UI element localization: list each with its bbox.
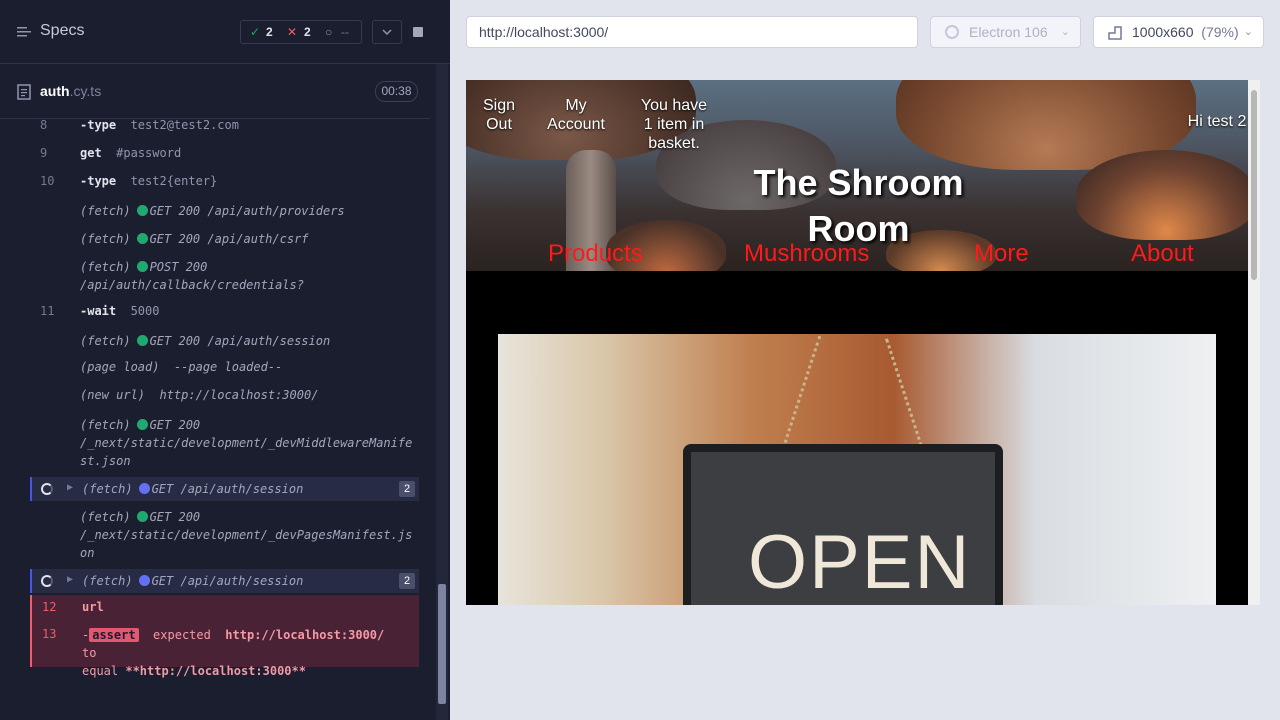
failed-count: 2 [304,25,311,39]
stop-icon [413,27,423,37]
browser-label: Electron 106 [969,24,1048,40]
new-url-row[interactable]: (new url) http://localhost:3000/ [30,386,419,406]
specs-title[interactable]: Specs [40,22,84,40]
failed-assert-row[interactable]: 13 - assert expected http://localhost:300… [30,621,419,678]
passed-check-icon: ✓ [250,25,261,39]
pending-fetch-row[interactable]: ▶ (fetch) GET /api/auth/session 2 [30,569,419,593]
fetch-log-row[interactable]: (fetch) POST 200/api/auth/callback/creden… [30,258,419,296]
status-dot-icon [136,205,148,216]
fetch-log-row[interactable]: (fetch) GET 200 /api/auth/session [30,332,419,352]
scrollbar-thumb[interactable] [1251,90,1257,280]
pending-fetch-row[interactable]: ▶ (fetch) GET /api/auth/session 2 [30,477,419,501]
specs-header: Specs ✓ 2 ✕ 2 ○ -- [0,0,450,64]
fetch-log-row[interactable]: (fetch) GET 200/_next/static/development/… [30,508,419,564]
status-dot-icon [136,233,148,244]
hero-banner: Sign Out My Account You have 1 item in baske… [466,80,1248,271]
sign-out-link[interactable]: Sign Out [480,96,518,134]
status-dot-icon [136,511,148,522]
stop-button[interactable] [404,20,432,44]
my-account-link[interactable]: My Account [544,96,608,134]
command-row[interactable]: 10 -type test2{enter} [30,172,419,192]
command-row[interactable]: 8 -type test2@test2.com [30,116,419,136]
pending-spinner-icon: ○ [325,25,333,39]
spec-file-name: auth.cy.ts [40,83,102,99]
site-title: The Shroom Room [753,162,964,249]
reporter-scrollbar[interactable] [436,64,448,720]
nav-about[interactable]: About [1131,240,1194,268]
fetch-log-row[interactable]: (fetch) GET 200 /api/auth/providers [30,202,419,222]
nav-products[interactable]: Products [548,240,643,268]
url-bar[interactable]: http://localhost:3000/ [466,16,918,48]
assert-badge: assert [89,628,139,642]
fetch-log-row[interactable]: (fetch) GET 200/_next/static/development/… [30,416,419,472]
command-row[interactable]: 11 -wait 5000 [30,302,419,322]
document-icon [17,84,31,100]
chevron-down-icon [382,29,392,36]
passed-count: 2 [266,25,273,39]
loading-spinner-icon [41,483,53,495]
specs-list-icon[interactable] [17,25,31,39]
url-text: http://localhost:3000/ [479,24,609,40]
electron-icon [945,25,959,39]
chevron-right-icon[interactable]: ▶ [67,482,73,493]
status-dot-icon [138,575,150,586]
collapse-button[interactable] [372,20,402,44]
app-scrollbar[interactable] [1248,80,1260,605]
viewport-selector[interactable]: 1000x660 (79%) ⌄ [1093,16,1264,48]
fetch-log-row[interactable]: (fetch) GET 200 /api/auth/csrf [30,230,419,250]
nav-mushrooms[interactable]: Mushrooms [744,240,869,268]
failed-x-icon: ✕ [287,25,298,39]
status-dot-icon [136,335,148,346]
status-dot-icon [136,419,148,430]
status-dot-icon [136,261,148,272]
open-sign-photo: OPEN [498,334,1216,605]
chevron-down-icon: ⌄ [1060,25,1070,38]
page-load-row[interactable]: (page load) --page loaded-- [30,358,419,378]
nav-more[interactable]: More [974,240,1029,268]
browser-selector[interactable]: Electron 106 ⌄ [930,16,1081,48]
open-sign-text: OPEN [748,520,972,605]
chevron-right-icon[interactable]: ▶ [67,574,73,585]
basket-link[interactable]: You have 1 item in basket. [636,96,712,153]
reporter-panel: Specs ✓ 2 ✕ 2 ○ -- auth.cy.ts 00:38 8 -t… [0,0,450,720]
loading-spinner-icon [41,575,53,587]
command-row[interactable]: 9 get #password [30,144,419,164]
viewport-label: 1000x660 (79%) [1132,24,1239,40]
ruler-icon [1108,26,1122,40]
scrollbar-thumb[interactable] [438,584,446,704]
chevron-down-icon: ⌄ [1243,25,1253,38]
spec-duration: 00:38 [375,81,418,102]
app-under-test: Sign Out My Account You have 1 item in baske… [466,80,1260,605]
request-count-badge: 2 [399,573,415,589]
pending-count: -- [341,25,349,39]
spec-file-row[interactable]: auth.cy.ts 00:38 [0,65,430,119]
request-count-badge: 2 [399,481,415,497]
failed-command-row[interactable]: 12 url [30,595,419,621]
test-stats: ✓ 2 ✕ 2 ○ -- [240,20,362,44]
status-dot-icon [138,483,150,494]
user-greeting: Hi test 2 [1187,113,1247,130]
